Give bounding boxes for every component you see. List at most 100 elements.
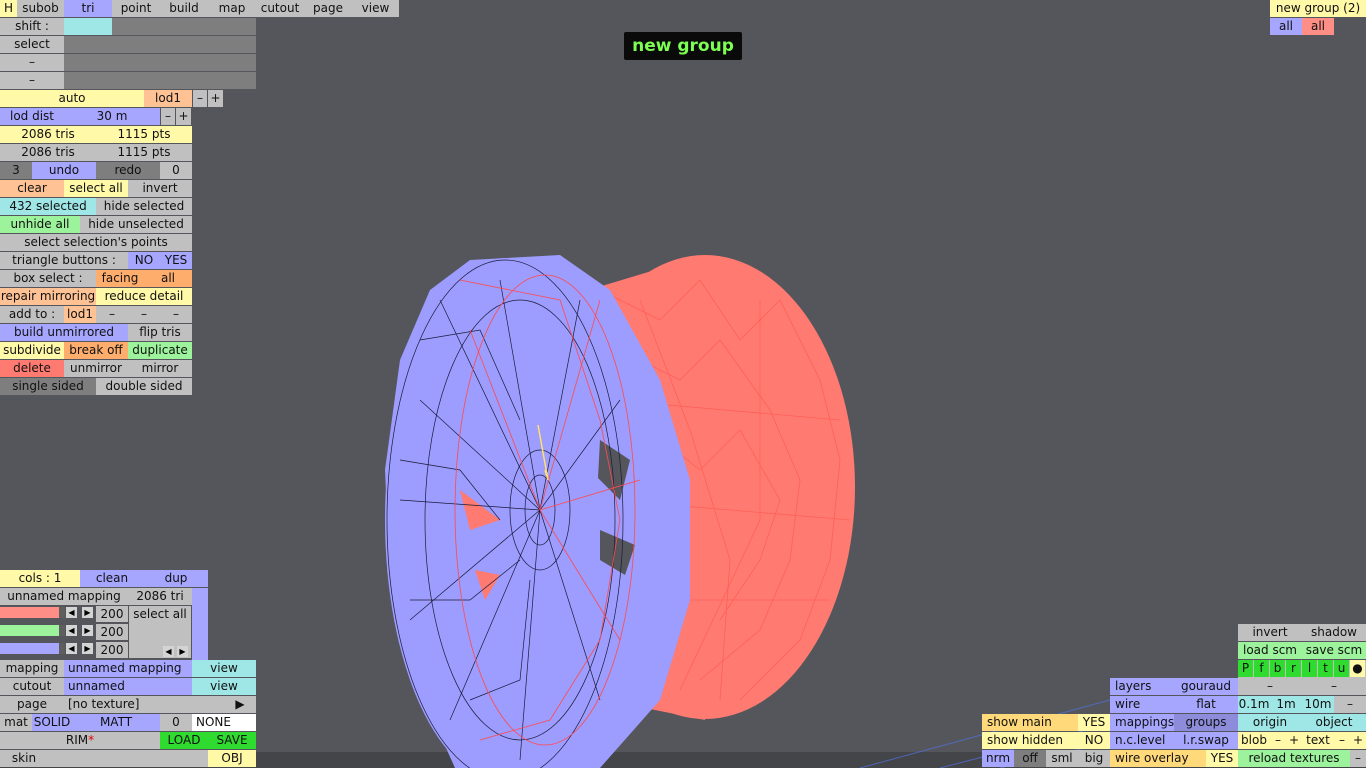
cutout-value[interactable]: unnamed: [64, 678, 192, 695]
wire-overlay-label[interactable]: wire overlay: [1110, 750, 1206, 767]
cols-label[interactable]: cols : 1: [0, 570, 80, 587]
shift-slot-2[interactable]: [112, 18, 160, 35]
red-value[interactable]: 200: [96, 606, 128, 622]
reduce-detail-button[interactable]: reduce detail: [96, 288, 192, 305]
lod-dist-minus[interactable]: –: [161, 108, 175, 125]
color-select-all-box[interactable]: select all ◀ ▶: [129, 606, 191, 658]
group-all-button-2[interactable]: all: [1302, 18, 1334, 35]
load-scm-button[interactable]: load scm: [1238, 642, 1302, 659]
dash-row-1-slot-1[interactable]: [64, 54, 112, 71]
select-slot-2[interactable]: [112, 36, 160, 53]
groups-button[interactable]: groups: [1174, 714, 1238, 731]
dash-row-1-slot-3[interactable]: [160, 54, 208, 71]
clear-button[interactable]: clear: [0, 180, 64, 197]
skin-field[interactable]: [48, 750, 208, 767]
build-unmirrored-button[interactable]: build unmirrored: [0, 324, 128, 341]
red-right-arrow[interactable]: ▶: [82, 607, 93, 618]
triangle-buttons-yes[interactable]: YES: [160, 252, 192, 269]
red-left-arrow[interactable]: ◀: [66, 607, 77, 618]
double-sided-button[interactable]: double sided: [96, 378, 192, 395]
nrm-big-button[interactable]: big: [1078, 750, 1110, 767]
menu-cutout[interactable]: cutout: [256, 0, 304, 17]
mapping-view-button[interactable]: view: [192, 660, 256, 677]
show-hidden-toggle[interactable]: NO: [1078, 732, 1110, 749]
clean-button[interactable]: clean: [80, 570, 144, 587]
blue-value[interactable]: 200: [96, 642, 128, 658]
mapping-value[interactable]: unnamed mapping: [64, 660, 192, 677]
menu-h[interactable]: H: [0, 0, 17, 17]
obj-button[interactable]: OBJ: [208, 750, 256, 767]
add-to-dash-2[interactable]: –: [128, 306, 160, 323]
invert-button[interactable]: invert: [128, 180, 192, 197]
reload-minus[interactable]: –: [1350, 750, 1366, 767]
dash-row-1-slot-2[interactable]: [112, 54, 160, 71]
reload-textures-button[interactable]: reload textures: [1238, 750, 1350, 767]
lod-auto-button[interactable]: auto: [0, 90, 144, 107]
color-scroll[interactable]: [192, 588, 208, 660]
view-button-r[interactable]: r: [1286, 660, 1301, 677]
object-button[interactable]: object: [1302, 714, 1366, 731]
dup-button[interactable]: dup: [144, 570, 208, 587]
subdivide-button[interactable]: subdivide: [0, 342, 64, 359]
layers-button[interactable]: layers: [1110, 678, 1174, 695]
rim-material[interactable]: RIM*: [0, 732, 160, 749]
dash-row-2-slot-1[interactable]: [64, 72, 112, 89]
hide-selected-button[interactable]: hide selected: [96, 198, 192, 215]
view-button-l[interactable]: l: [1302, 660, 1317, 677]
select-slot-3[interactable]: [160, 36, 208, 53]
save-button[interactable]: SAVE: [208, 732, 256, 749]
shift-slot-1[interactable]: [64, 18, 112, 35]
dash-row-1-slot-4[interactable]: [208, 54, 256, 71]
save-scm-button[interactable]: save scm: [1302, 642, 1366, 659]
mat-zero[interactable]: 0: [160, 714, 192, 731]
view-button-f[interactable]: f: [1254, 660, 1269, 677]
blue-left-arrow[interactable]: ◀: [66, 643, 77, 654]
nrm-off-button[interactable]: off: [1014, 750, 1046, 767]
single-sided-button[interactable]: single sided: [0, 378, 96, 395]
shift-slot-3[interactable]: [160, 18, 208, 35]
blue-slider[interactable]: [0, 643, 65, 654]
duplicate-button[interactable]: duplicate: [128, 342, 192, 359]
lr-swap-button[interactable]: l.r.swap: [1174, 732, 1238, 749]
page-value[interactable]: [no texture]: [64, 696, 224, 713]
repair-mirroring-button[interactable]: repair mirroring: [0, 288, 96, 305]
add-to-dash-3[interactable]: –: [160, 306, 192, 323]
color-mapping-name[interactable]: unnamed mapping: [0, 588, 128, 605]
green-right-arrow[interactable]: ▶: [82, 625, 93, 636]
box-select-facing[interactable]: facing: [96, 270, 144, 287]
break-off-button[interactable]: break off: [64, 342, 128, 359]
dash-row-2-slot-4[interactable]: [208, 72, 256, 89]
flip-tris-button[interactable]: flip tris: [128, 324, 192, 341]
view-button-b[interactable]: b: [1270, 660, 1285, 677]
origin-button[interactable]: origin: [1238, 714, 1302, 731]
box-select-all[interactable]: all: [144, 270, 192, 287]
step-1m-button[interactable]: 1m: [1270, 696, 1302, 713]
nc-level-button[interactable]: n.c.level: [1110, 732, 1174, 749]
undo-button[interactable]: undo: [32, 162, 96, 179]
blob-plus[interactable]: +: [1286, 732, 1302, 749]
gouraud-button[interactable]: gouraud: [1174, 678, 1238, 695]
mirror-button[interactable]: mirror: [128, 360, 192, 377]
step-01m-button[interactable]: 0.1m: [1238, 696, 1270, 713]
wire-button[interactable]: wire: [1110, 696, 1174, 713]
view-button-dot[interactable]: ●: [1350, 660, 1365, 677]
mat-none[interactable]: NONE: [192, 714, 256, 731]
invert-view-button[interactable]: invert: [1238, 624, 1302, 641]
dash-row-2-label[interactable]: –: [0, 72, 64, 89]
unhide-all-button[interactable]: unhide all: [0, 216, 80, 233]
dash-row-2-slot-3[interactable]: [160, 72, 208, 89]
lod-dist-value[interactable]: 30 m: [64, 108, 160, 125]
green-left-arrow[interactable]: ◀: [66, 625, 77, 636]
show-main-toggle[interactable]: YES: [1078, 714, 1110, 731]
menu-view[interactable]: view: [352, 0, 399, 17]
text-minus[interactable]: –: [1334, 732, 1350, 749]
dash-row-1-label[interactable]: –: [0, 54, 64, 71]
select-slot-4[interactable]: [208, 36, 256, 53]
lod-dist-plus[interactable]: +: [176, 108, 191, 125]
hide-unselected-button[interactable]: hide unselected: [80, 216, 192, 233]
add-to-lod[interactable]: lod1: [64, 306, 96, 323]
delete-button[interactable]: delete: [0, 360, 64, 377]
dash-row-2-slot-2[interactable]: [112, 72, 160, 89]
color-left-arrow[interactable]: ◀: [163, 646, 174, 657]
show-hidden-label[interactable]: show hidden: [982, 732, 1078, 749]
